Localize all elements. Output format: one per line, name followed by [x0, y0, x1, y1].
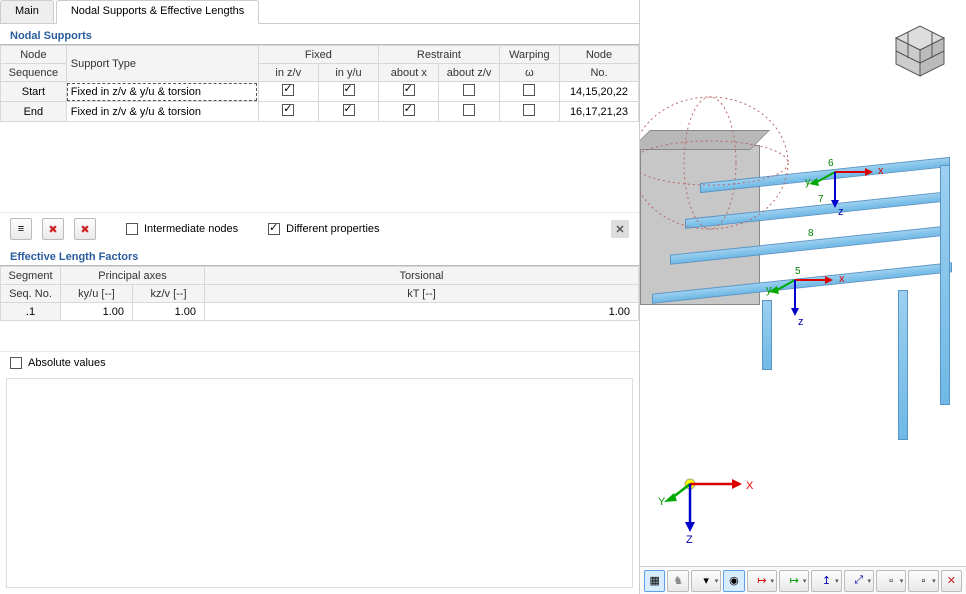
cell-kyu[interactable]: 1.00 [61, 303, 133, 321]
effective-lengths-controls: Absolute values [0, 351, 639, 374]
view-y-button[interactable]: ↦ [779, 570, 809, 592]
col-segment: Segment [1, 267, 61, 285]
col-omega: ω [499, 64, 559, 82]
col-kyu: ky/u [--] [61, 285, 133, 303]
axis-y-label: Y [658, 496, 665, 508]
col-fixed: Fixed [258, 46, 379, 64]
col-restraint: Restraint [379, 46, 500, 64]
col-support-type: Support Type [66, 46, 258, 82]
viewport-toolbar: ▦ ♞ ▾ ◉ ↦ ↦ ↥ ⤢ ▫ ▫ ✕ [640, 566, 966, 594]
view-wire-button[interactable]: ♞ [667, 570, 688, 592]
nodal-supports-table: Node Support Type Fixed Restraint Warpin… [0, 45, 639, 122]
member-label: 7 [818, 194, 824, 205]
table-row[interactable]: StartFixed in z/v & y/u & torsion 14,15,2… [1, 82, 639, 102]
cell-warping[interactable] [499, 102, 559, 122]
tab-bar: Main Nodal Supports & Effective Lengths [0, 0, 639, 24]
effective-lengths-table: Segment Principal axes Torsional Seq. No… [0, 266, 639, 321]
cell-about-zv[interactable] [439, 82, 499, 102]
col-in-zv: in z/v [258, 64, 318, 82]
table-row[interactable]: EndFixed in z/v & y/u & torsion 16,17,21,… [1, 102, 639, 122]
right-panel: 6 7 8 5 x y z x y z X [640, 0, 966, 594]
different-properties-checkbox[interactable]: Different properties [268, 223, 379, 235]
cell-sequence: End [1, 102, 67, 122]
section-effective-lengths-title: Effective Length Factors [0, 245, 639, 266]
view-z-button[interactable]: ↥ [811, 570, 841, 592]
cell-support-type[interactable]: Fixed in z/v & y/u & torsion [66, 102, 258, 122]
cell-fixed-zv[interactable] [258, 102, 318, 122]
edit-supports-icon[interactable]: ≡ [10, 218, 32, 240]
cell-kzv[interactable]: 1.00 [133, 303, 205, 321]
copy-supports-icon[interactable]: ✖ [42, 218, 64, 240]
cell-fixed-zv[interactable] [258, 82, 318, 102]
view-iso-button[interactable]: ⤢ [844, 570, 874, 592]
zoom-fit-button[interactable]: ✕ [941, 570, 962, 592]
axis-x-label: X [746, 480, 753, 492]
display-button[interactable]: ▫ [876, 570, 906, 592]
section-nodal-supports-title: Nodal Supports [0, 24, 639, 45]
cell-fixed-yu[interactable] [318, 82, 378, 102]
col-seq-no: Seq. No. [1, 285, 61, 303]
axis-z-label: Z [686, 534, 693, 546]
col-principal: Principal axes [61, 267, 205, 285]
show-loads-button[interactable]: ▾ [691, 570, 721, 592]
local-axes-icon [785, 270, 835, 320]
table-row[interactable]: .11.001.001.00 [1, 303, 639, 321]
col-node-no: No. [560, 64, 639, 82]
col-node: Node [560, 46, 639, 64]
col-about-x: about x [379, 64, 439, 82]
absolute-values-checkbox[interactable]: Absolute values [10, 357, 106, 369]
tab-nodal-supports[interactable]: Nodal Supports & Effective Lengths [56, 0, 259, 24]
layer-button[interactable]: ▫ [908, 570, 938, 592]
cell-support-type[interactable]: Fixed in z/v & y/u & torsion [66, 82, 258, 102]
cell-kt[interactable]: 1.00 [205, 303, 639, 321]
cell-sequence: Start [1, 82, 67, 102]
col-kt: kT [--] [205, 285, 639, 303]
col-node-sequence2: Sequence [1, 64, 67, 82]
left-panel: Main Nodal Supports & Effective Lengths … [0, 0, 640, 594]
show-results-button[interactable]: ◉ [723, 570, 744, 592]
col-kzv: kz/v [--] [133, 285, 205, 303]
different-properties-label: Different properties [286, 223, 379, 235]
rotation-sphere-icon [640, 95, 810, 255]
close-nodal-supports-icon[interactable]: ✕ [611, 220, 629, 238]
col-in-yu: in y/u [318, 64, 378, 82]
delete-supports-icon[interactable]: ✖ [74, 218, 96, 240]
cell-about-x[interactable] [379, 82, 439, 102]
col-node-sequence: Node [1, 46, 67, 64]
nav-cube-icon[interactable] [890, 20, 950, 80]
view-solid-button[interactable]: ▦ [644, 570, 665, 592]
absolute-values-label: Absolute values [28, 357, 106, 369]
cell-node-no: 14,15,20,22 [560, 82, 639, 102]
cell-node-no: 16,17,21,23 [560, 102, 639, 122]
col-about-zv: about z/v [439, 64, 499, 82]
nodal-supports-controls: ≡ ✖ ✖ Intermediate nodes Different prope… [0, 212, 639, 245]
view-x-button[interactable]: ↦ [747, 570, 777, 592]
cell-about-zv[interactable] [439, 102, 499, 122]
col-warping: Warping [499, 46, 559, 64]
intermediate-nodes-label: Intermediate nodes [144, 223, 238, 235]
cell-warping[interactable] [499, 82, 559, 102]
cell-about-x[interactable] [379, 102, 439, 122]
viewport-3d[interactable]: 6 7 8 5 x y z x y z X [640, 0, 966, 562]
col-torsional: Torsional [205, 267, 639, 285]
global-axes-icon [670, 464, 760, 544]
empty-panel [6, 378, 633, 588]
intermediate-nodes-checkbox[interactable]: Intermediate nodes [126, 223, 238, 235]
cell-fixed-yu[interactable] [318, 102, 378, 122]
local-axes-icon [825, 162, 875, 212]
tab-main[interactable]: Main [0, 0, 54, 24]
cell-seq-no: .1 [1, 303, 61, 321]
